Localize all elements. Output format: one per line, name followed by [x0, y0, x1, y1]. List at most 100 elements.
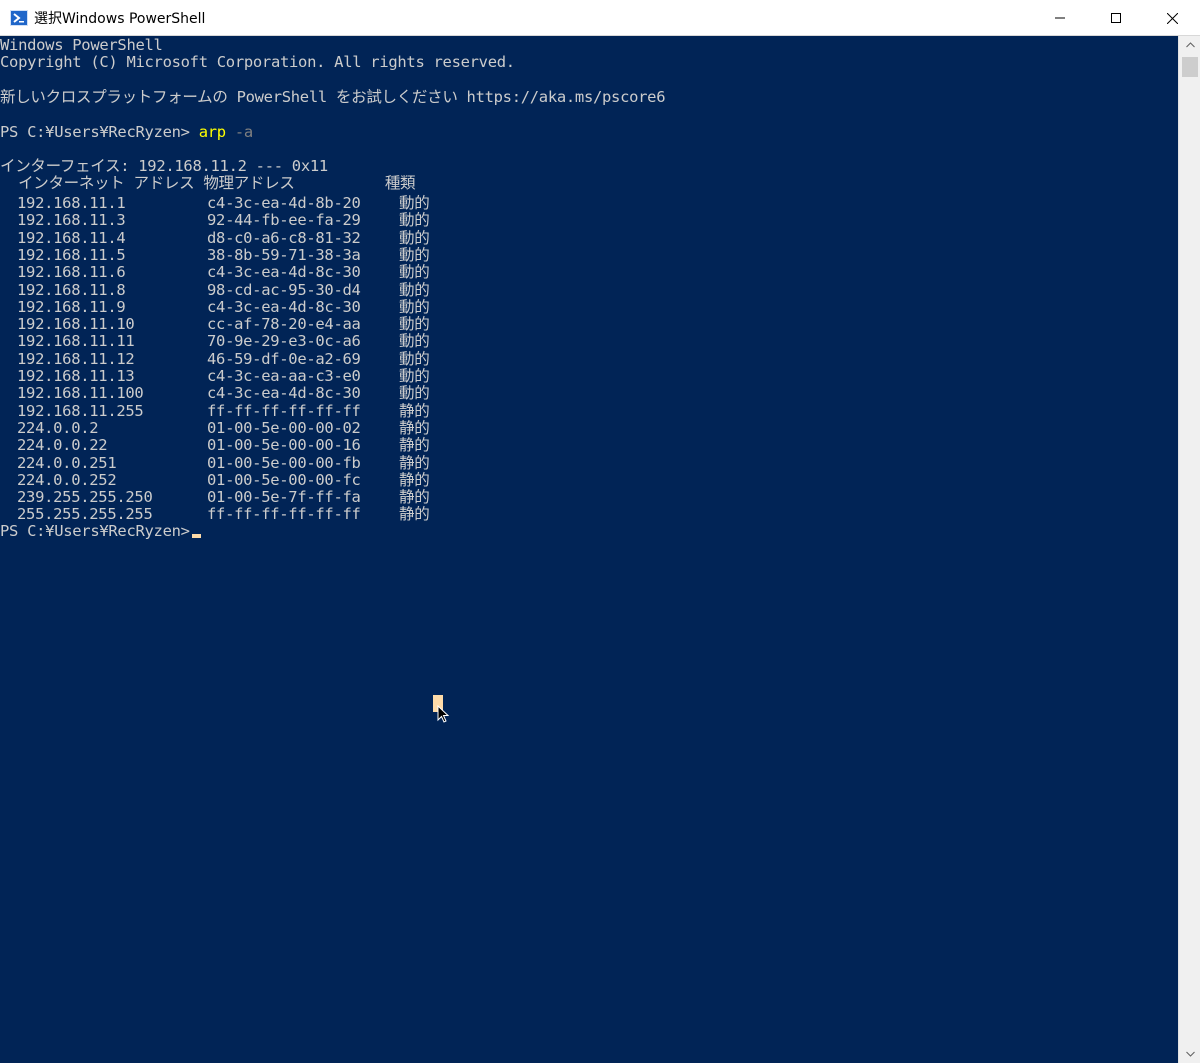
- ip-address-cell: 239.255.255.250: [17, 488, 153, 507]
- mac-address-cell: 01-00-5e-00-00-fb: [207, 453, 361, 472]
- ip-address-cell: 192.168.11.1: [17, 194, 126, 212]
- type-cell: 動的: [399, 280, 430, 299]
- type-cell: 静的: [399, 505, 430, 524]
- mac-address-cell: c4-3c-ea-4d-8c-30: [207, 297, 361, 316]
- table-row: 255.255.255.255 ff-ff-ff-ff-ff-ff 静的: [17, 506, 617, 523]
- mac-address-cell: 01-00-5e-00-00-fc: [207, 470, 361, 489]
- mac-address-cell: c4-3c-ea-aa-c3-e0: [207, 367, 361, 385]
- interface-line: インターフェイス: 192.168.11.2 --- 0x11: [0, 157, 328, 175]
- copyright-line: Copyright (C) Microsoft Corporation. All…: [0, 53, 515, 71]
- type-cell: 静的: [399, 401, 430, 420]
- mac-address-cell: d8-c0-a6-c8-81-32: [207, 228, 361, 247]
- pscore-notice-line: 新しいクロスプラットフォームの PowerShell をお試しください http…: [0, 88, 666, 106]
- minimize-icon: [1055, 17, 1065, 19]
- type-cell: 動的: [399, 297, 430, 316]
- command-argument: -a: [225, 123, 253, 141]
- ip-address-cell: 224.0.0.2: [17, 418, 99, 437]
- table-row: 224.0.0.2 01-00-5e-00-00-02 静的: [17, 418, 617, 437]
- mac-address-cell: 01-00-5e-7f-ff-fa: [207, 488, 361, 507]
- prompt: PS C:¥Users¥RecRyzen>: [0, 123, 199, 141]
- type-cell: 静的: [399, 436, 430, 455]
- type-cell: 動的: [399, 211, 430, 230]
- ip-address-cell: 192.168.11.4: [17, 228, 126, 247]
- vertical-scrollbar[interactable]: [1178, 36, 1200, 1063]
- prompt-line: PS C:¥Users¥RecRyzen>: [0, 522, 199, 540]
- mac-address-cell: 70-9e-29-e3-0c-a6: [207, 332, 361, 351]
- table-row: 192.168.11.4 d8-c0-a6-c8-81-32 動的: [17, 228, 617, 247]
- maximize-button[interactable]: [1088, 0, 1144, 36]
- mac-address-cell: c4-3c-ea-4d-8c-30: [207, 263, 361, 282]
- table-row: 192.168.11.100 c4-3c-ea-4d-8c-30 動的: [17, 385, 617, 402]
- table-row: 192.168.11.3 92-44-fb-ee-fa-29 動的: [17, 212, 617, 229]
- type-cell: 動的: [399, 194, 430, 212]
- table-row: 239.255.255.250 01-00-5e-7f-ff-fa 静的: [17, 489, 617, 506]
- mac-address-cell: 38-8b-59-71-38-3a: [207, 245, 361, 264]
- ip-address-cell: 192.168.11.13: [17, 367, 135, 385]
- table-row: 224.0.0.22 01-00-5e-00-00-16 静的: [17, 437, 617, 454]
- mac-address-cell: c4-3c-ea-4d-8b-20: [207, 194, 361, 212]
- command-line: PS C:¥Users¥RecRyzen> arp -a: [0, 124, 253, 141]
- scroll-thumb[interactable]: [1182, 57, 1198, 77]
- ip-address-cell: 192.168.11.255: [17, 401, 144, 420]
- table-row: 192.168.11.11 70-9e-29-e3-0c-a6 動的: [17, 333, 617, 350]
- type-cell: 静的: [399, 418, 430, 437]
- ip-address-cell: 192.168.11.5: [17, 245, 126, 264]
- chevron-up-icon: [1185, 42, 1195, 48]
- table-row: 192.168.11.9 c4-3c-ea-4d-8c-30 動的: [17, 297, 617, 316]
- header-line: Windows PowerShell: [0, 36, 163, 54]
- powershell-icon: [10, 9, 28, 26]
- table-row: 192.168.11.13 c4-3c-ea-aa-c3-e0 動的: [17, 368, 617, 385]
- ip-address-cell: 192.168.11.3: [17, 211, 126, 230]
- ip-address-cell: 192.168.11.6: [17, 263, 126, 282]
- table-row: 192.168.11.255 ff-ff-ff-ff-ff-ff 静的: [17, 401, 617, 420]
- chevron-down-icon: [1185, 1051, 1195, 1057]
- mac-address-cell: 98-cd-ac-95-30-d4: [207, 280, 361, 299]
- table-row: 192.168.11.8 98-cd-ac-95-30-d4 動的: [17, 280, 617, 299]
- ip-address-cell: 192.168.11.9: [17, 297, 126, 316]
- ip-address-cell: 224.0.0.251: [17, 453, 117, 472]
- type-cell: 動的: [399, 384, 430, 403]
- ip-address-cell: 192.168.11.100: [17, 384, 144, 403]
- mouse-pointer-icon: [437, 705, 450, 723]
- table-row: 192.168.11.10 cc-af-78-20-e4-aa 動的: [17, 316, 617, 333]
- table-row: 192.168.11.1 c4-3c-ea-4d-8b-20 動的: [17, 195, 617, 212]
- type-cell: 静的: [399, 488, 430, 507]
- ip-address-cell: 224.0.0.22: [17, 436, 108, 455]
- command-name: arp: [198, 123, 226, 141]
- type-cell: 動的: [399, 367, 430, 385]
- minimize-button[interactable]: [1032, 0, 1088, 36]
- ip-address-cell: 224.0.0.252: [17, 470, 117, 489]
- ip-address-cell: 255.255.255.255: [17, 505, 153, 524]
- window-controls: [1032, 0, 1200, 36]
- mac-address-cell: 92-44-fb-ee-fa-29: [207, 211, 361, 230]
- window-title: 選択Windows PowerShell: [34, 10, 206, 27]
- table-header: インターネット アドレス 物理アドレス 種類: [0, 174, 416, 192]
- ip-address-cell: 192.168.11.10: [17, 315, 135, 334]
- type-cell: 動的: [399, 315, 430, 334]
- text-cursor: [192, 534, 201, 538]
- console-area[interactable]: Windows PowerShell Copyright (C) Microso…: [0, 36, 1178, 1063]
- close-button[interactable]: [1144, 0, 1200, 36]
- maximize-icon: [1111, 13, 1121, 23]
- type-cell: 動的: [399, 349, 430, 368]
- close-icon: [1166, 12, 1178, 24]
- type-cell: 静的: [399, 470, 430, 489]
- type-cell: 動的: [399, 228, 430, 247]
- scroll-down-button[interactable]: [1179, 1045, 1200, 1063]
- type-cell: 動的: [399, 332, 430, 351]
- scroll-up-button[interactable]: [1179, 36, 1200, 54]
- type-cell: 動的: [399, 245, 430, 264]
- ip-address-cell: 192.168.11.8: [17, 280, 126, 299]
- mac-address-cell: cc-af-78-20-e4-aa: [207, 315, 361, 334]
- mac-address-cell: 01-00-5e-00-00-02: [207, 418, 361, 437]
- ip-address-cell: 192.168.11.11: [17, 332, 135, 351]
- title-bar[interactable]: 選択Windows PowerShell: [0, 0, 1200, 36]
- mac-address-cell: ff-ff-ff-ff-ff-ff: [207, 401, 361, 420]
- table-row: 224.0.0.251 01-00-5e-00-00-fb 静的: [17, 453, 617, 472]
- type-cell: 動的: [399, 263, 430, 282]
- type-cell: 静的: [399, 453, 430, 472]
- table-row: 224.0.0.252 01-00-5e-00-00-fc 静的: [17, 470, 617, 489]
- mac-address-cell: 46-59-df-0e-a2-69: [207, 349, 361, 368]
- ip-address-cell: 192.168.11.12: [17, 349, 135, 368]
- mac-address-cell: 01-00-5e-00-00-16: [207, 436, 361, 455]
